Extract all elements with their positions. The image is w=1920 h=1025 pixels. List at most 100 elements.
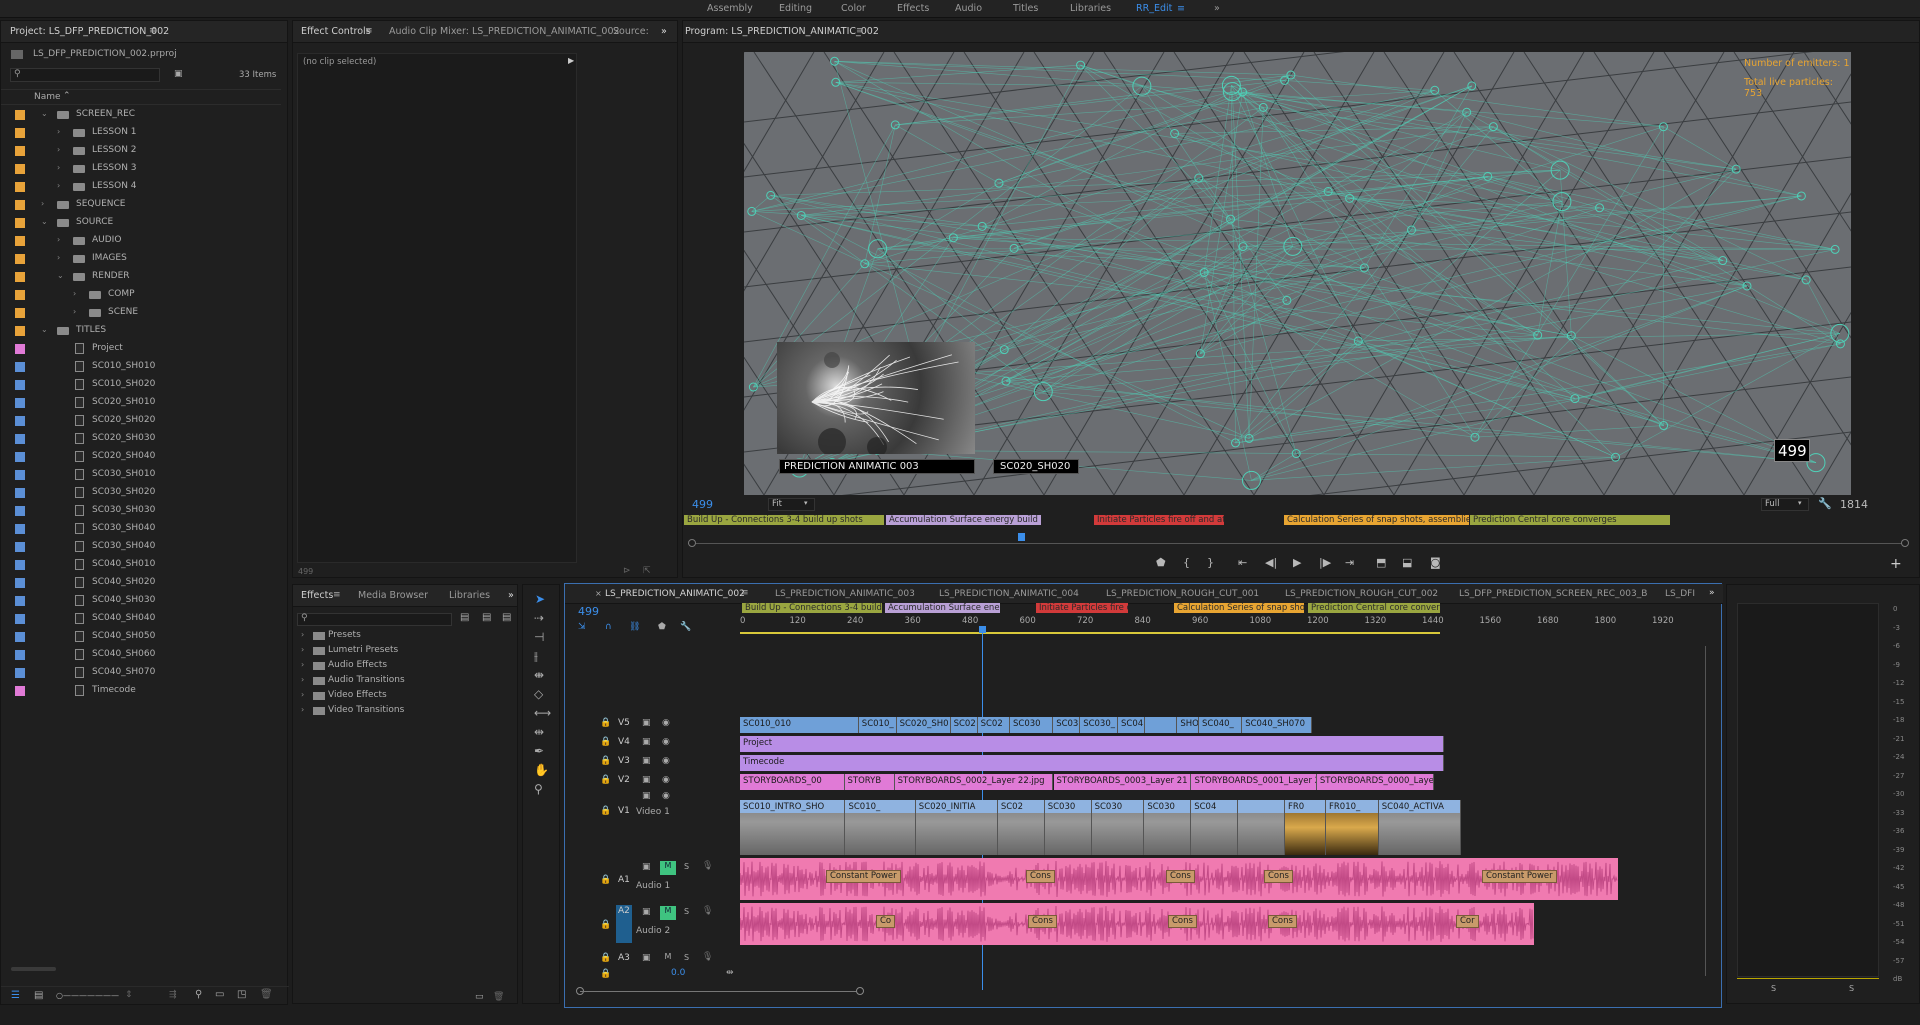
sequence-tab[interactable]: LS_PREDICTION_ANIMATIC_004	[939, 589, 1079, 599]
label-color-swatch[interactable]	[15, 146, 25, 156]
label-color-swatch[interactable]	[15, 380, 25, 390]
video-clip[interactable]: SC040_	[1199, 717, 1243, 733]
label-color-swatch[interactable]	[15, 488, 25, 498]
mute-button[interactable]: M	[660, 952, 676, 966]
sequence-tab[interactable]: LS_PREDICTION_ANIMATIC_003	[775, 589, 915, 599]
label-color-swatch[interactable]	[15, 290, 25, 300]
label-color-swatch[interactable]	[15, 416, 25, 426]
storyboard-clip[interactable]: STORYBOARDS_0002_Layer 22.jpg	[894, 774, 1054, 790]
project-item[interactable]: SC040_SH060	[1, 646, 281, 664]
project-item[interactable]: SC020_SH010	[1, 394, 281, 412]
workspace-libraries[interactable]: Libraries	[1070, 3, 1111, 14]
storyboard-clip[interactable]: STORYBOARDS_0001_Layer 2	[1191, 774, 1317, 790]
program-marker[interactable]: Accumulation Surface energy build up - 2	[886, 515, 1041, 525]
32bit-effects-icon[interactable]: ▤	[482, 612, 491, 623]
video-clip[interactable]: SC030	[1091, 800, 1145, 855]
track-header-v1[interactable]: 🔒 V1 ▣ ◉ Video 1	[566, 791, 744, 817]
track-target[interactable]: V4	[616, 736, 632, 750]
program-marker[interactable]: Build Up - Connections 3-4 build up shot…	[684, 515, 884, 525]
label-color-swatch[interactable]	[15, 362, 25, 372]
program-marker[interactable]: Prediction Central core converges	[1470, 515, 1670, 525]
label-color-swatch[interactable]	[15, 614, 25, 624]
timeline-h-scrollbar[interactable]	[576, 987, 866, 995]
panel-menu-icon[interactable]: ≡	[333, 590, 341, 600]
disclosure-open-icon[interactable]: ⌄	[57, 271, 64, 280]
eye-icon[interactable]: ◉	[662, 718, 670, 728]
program-timecode[interactable]: 499	[692, 498, 713, 511]
label-color-swatch[interactable]	[15, 236, 25, 246]
project-item[interactable]: SC030_SH020	[1, 484, 281, 502]
project-item[interactable]: › LESSON 4	[1, 178, 281, 196]
timeline-v-scrollbar[interactable]	[1705, 646, 1706, 976]
lock-track-icon[interactable]: 🔒	[600, 969, 611, 979]
nest-toggle-icon[interactable]: ⇲	[578, 622, 586, 632]
video-clip[interactable]: SC030	[1044, 800, 1092, 855]
accelerated-effects-icon[interactable]: ▤	[460, 612, 469, 623]
timeline-marker[interactable]: Prediction Central core converge	[1308, 603, 1440, 613]
track-target[interactable]: A1	[616, 874, 632, 888]
workspace-editing[interactable]: Editing	[779, 3, 812, 14]
disclosure-closed-icon[interactable]: ›	[73, 289, 76, 298]
export-icon[interactable]: ⇱	[643, 566, 651, 576]
crossfade-transition[interactable]: Constant Power	[1482, 870, 1557, 883]
project-item[interactable]: › SCENE	[1, 304, 281, 322]
timeline-marker[interactable]: Accumulation Surface energ	[885, 603, 1000, 613]
export-frame-icon[interactable]: ◙	[1430, 556, 1441, 569]
timeline-timecode[interactable]: 499	[578, 605, 599, 618]
razor-tool-icon[interactable]: ◇	[534, 687, 543, 701]
crossfade-transition[interactable]: Cons	[1168, 915, 1197, 928]
storyboard-clip[interactable]: STORYBOARDS_0000_Layer	[1316, 774, 1434, 790]
mark-out-icon[interactable]: }	[1207, 556, 1214, 569]
crossfade-transition[interactable]: Cor	[1456, 915, 1479, 928]
label-color-swatch[interactable]	[15, 200, 25, 210]
workspace-effects[interactable]: Effects	[897, 3, 929, 14]
disclosure-closed-icon[interactable]: ›	[41, 199, 44, 208]
lock-track-icon[interactable]: 🔒	[600, 718, 611, 728]
lock-track-icon[interactable]: 🔒	[600, 737, 611, 747]
crossfade-transition[interactable]: Cons	[1264, 870, 1293, 883]
project-item[interactable]: SC020_SH030	[1, 430, 281, 448]
video-clip[interactable]: SC030_	[1080, 717, 1118, 733]
new-bin-icon[interactable]: ▭	[475, 992, 484, 1002]
master-volume[interactable]: 0.0	[671, 968, 685, 978]
title-clip[interactable]: Timecode	[740, 755, 1444, 771]
solo-right-button[interactable]: S	[1849, 984, 1854, 993]
new-bin-icon[interactable]: ▭	[215, 989, 224, 1000]
project-item[interactable]: › SEQUENCE	[1, 196, 281, 214]
label-color-swatch[interactable]	[15, 254, 25, 264]
sequence-tab[interactable]: LS_DFP_PREDICTION_SCREEN_REC_003_B	[1459, 589, 1647, 599]
label-color-swatch[interactable]	[15, 326, 25, 336]
hand-tool-icon[interactable]: ✋	[534, 763, 549, 777]
track-header-v5[interactable]: 🔒 V5 ▣ ◉	[566, 716, 744, 734]
project-item[interactable]: SC020_SH020	[1, 412, 281, 430]
solo-left-button[interactable]: S	[1771, 984, 1776, 993]
sync-lock-icon[interactable]: ▣	[642, 756, 651, 766]
close-tab-icon[interactable]: ×	[595, 589, 602, 598]
project-item[interactable]: › LESSON 2	[1, 142, 281, 160]
audio-clip[interactable]: Co Cons Cons Cons Cor	[739, 903, 1534, 945]
video-clip[interactable]: SC040_SH070	[1242, 717, 1313, 733]
new-bin-from-search-icon[interactable]: ▣	[174, 69, 183, 79]
label-color-swatch[interactable]	[15, 506, 25, 516]
sequence-tab[interactable]: LS_PREDICTION_ANIMATIC_002	[605, 589, 745, 599]
sync-lock-icon[interactable]: ▣	[642, 907, 651, 917]
project-item[interactable]: SC010_SH020	[1, 376, 281, 394]
video-clip[interactable]: SC010_INTRO_SHO	[740, 800, 846, 855]
settings-wrench-icon[interactable]: 🔧	[1818, 497, 1832, 510]
timeline-marker[interactable]: Initiate Particles fire o	[1036, 603, 1128, 613]
find-icon[interactable]: ⚲	[195, 989, 202, 1000]
slip-tool-icon[interactable]: ⟷	[534, 706, 551, 720]
lift-icon[interactable]: ⬒	[1376, 556, 1386, 569]
project-item[interactable]: › LESSON 1	[1, 124, 281, 142]
more-panels-icon[interactable]: »	[661, 26, 667, 37]
label-color-swatch[interactable]	[15, 650, 25, 660]
disclosure-closed-icon[interactable]: ›	[301, 660, 304, 669]
show-timeline-icon[interactable]: ▶	[568, 56, 574, 65]
track-target[interactable]: V5	[616, 717, 632, 731]
video-clip[interactable]	[1145, 717, 1178, 733]
lock-track-icon[interactable]: 🔒	[600, 920, 611, 930]
project-item[interactable]: ⌄ SCREEN_REC	[1, 106, 281, 124]
workspace-menu-icon[interactable]: ≡	[1177, 3, 1185, 14]
workspace-assembly[interactable]: Assembly	[707, 3, 753, 14]
track-target[interactable]: A3	[616, 952, 632, 966]
